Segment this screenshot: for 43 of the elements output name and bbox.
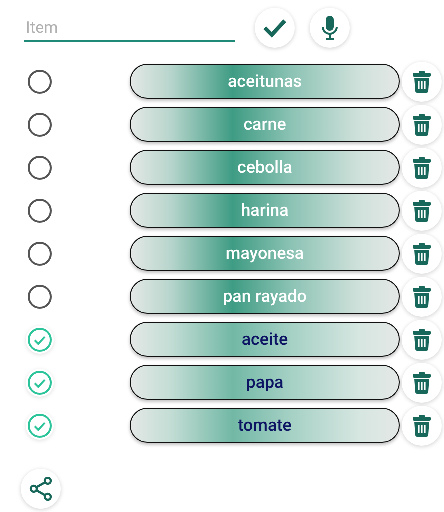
delete-button[interactable] (402, 362, 442, 402)
checkbox[interactable] (26, 282, 54, 310)
checkbox[interactable] (26, 326, 54, 354)
item-name[interactable]: papa (130, 365, 400, 400)
checkbox[interactable] (26, 240, 54, 268)
trash-icon (413, 70, 431, 92)
item-name[interactable]: aceite (130, 322, 400, 357)
checkbox[interactable] (26, 196, 54, 224)
item-input-field[interactable]: Item (24, 14, 235, 42)
delete-button[interactable] (402, 234, 442, 274)
trash-icon (413, 114, 431, 136)
delete-button[interactable] (402, 62, 442, 102)
checkbox[interactable] (26, 110, 54, 138)
delete-button[interactable] (402, 104, 442, 144)
trash-icon (413, 286, 431, 308)
share-button[interactable] (21, 469, 61, 509)
share-icon (29, 477, 53, 501)
microphone-button[interactable] (310, 8, 350, 48)
delete-button[interactable] (402, 148, 442, 188)
confirm-button[interactable] (255, 8, 295, 48)
trash-icon (413, 372, 431, 394)
trash-icon (413, 156, 431, 178)
checkbox[interactable] (26, 368, 54, 396)
delete-button[interactable] (402, 190, 442, 230)
delete-button[interactable] (402, 320, 442, 360)
checkbox[interactable] (26, 412, 54, 440)
microphone-icon (322, 16, 338, 40)
delete-button[interactable] (402, 276, 442, 316)
checkmark-icon (263, 18, 287, 38)
item-name[interactable]: harina (130, 193, 400, 228)
trash-icon (413, 328, 431, 350)
item-name[interactable]: tomate (130, 408, 400, 443)
item-name[interactable]: cebolla (130, 150, 400, 185)
delete-button[interactable] (402, 406, 442, 446)
trash-icon (413, 414, 431, 436)
item-name[interactable]: pan rayado (130, 279, 400, 314)
item-name[interactable]: mayonesa (130, 236, 400, 271)
checkbox[interactable] (26, 154, 54, 182)
trash-icon (413, 200, 431, 222)
item-name[interactable]: aceitunas (130, 64, 400, 99)
checkbox[interactable] (26, 68, 54, 96)
trash-icon (413, 242, 431, 264)
item-name[interactable]: carne (130, 107, 400, 142)
